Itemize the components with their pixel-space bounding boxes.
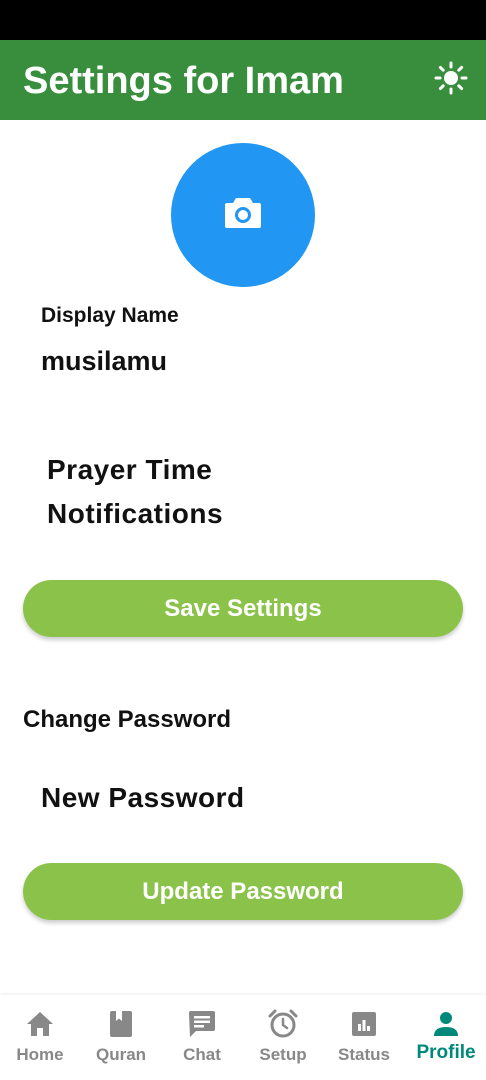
camera-icon xyxy=(223,196,263,235)
save-settings-button[interactable]: Save Settings xyxy=(23,580,463,637)
nav-item-profile[interactable]: Profile xyxy=(411,995,481,1080)
nav-item-home[interactable]: Home xyxy=(10,995,70,1080)
prayer-notifications-toggle[interactable]: Prayer Time Notifications xyxy=(47,448,287,536)
display-name-label: Display Name xyxy=(41,304,179,327)
nav-label: Setup xyxy=(259,1045,307,1064)
nav-label: Chat xyxy=(183,1045,221,1064)
chat-icon xyxy=(186,1008,218,1040)
avatar-upload-button[interactable] xyxy=(171,143,315,287)
bottom-navigation: Home Quran Chat Setup Status Profile xyxy=(0,995,486,1080)
nav-label: Profile xyxy=(416,1042,476,1063)
person-icon xyxy=(430,1008,462,1040)
nav-label: Home xyxy=(16,1045,64,1064)
alarm-icon xyxy=(267,1008,299,1040)
display-name-field[interactable]: musilamu xyxy=(41,344,167,378)
nav-label: Quran xyxy=(95,1045,147,1064)
page-title: Settings for Imam xyxy=(23,60,344,102)
book-icon xyxy=(105,1008,137,1040)
change-password-heading: Change Password xyxy=(23,706,232,733)
nav-item-chat[interactable]: Chat xyxy=(172,995,232,1080)
nav-item-status[interactable]: Status xyxy=(334,995,394,1080)
nav-item-setup[interactable]: Setup xyxy=(253,995,313,1080)
app-bar: Settings for Imam xyxy=(0,40,486,120)
new-password-field[interactable]: New Password xyxy=(41,780,245,816)
chart-icon xyxy=(348,1008,380,1040)
status-bar xyxy=(0,0,486,40)
nav-label: Status xyxy=(338,1045,390,1064)
update-password-button[interactable]: Update Password xyxy=(23,863,463,920)
home-icon xyxy=(24,1008,56,1040)
sun-icon xyxy=(434,61,468,100)
nav-item-quran[interactable]: Quran xyxy=(91,995,151,1080)
theme-toggle-button[interactable] xyxy=(433,61,469,100)
